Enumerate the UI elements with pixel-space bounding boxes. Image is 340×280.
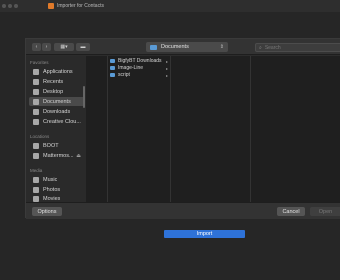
options-button[interactable]: Options [32, 207, 62, 216]
sidebar: Favorites Applications Recents Desktop D… [26, 56, 86, 202]
view-mode-button[interactable]: ▦▾ [54, 43, 74, 51]
browser-column[interactable] [171, 56, 251, 202]
sidebar-scrollbar[interactable] [83, 86, 85, 108]
sidebar-item-label: Applications [43, 68, 73, 75]
file-name: BigfyBT Downloads [118, 58, 162, 64]
forward-button[interactable]: › [42, 43, 51, 51]
chevron-left-icon: ‹ [35, 43, 38, 50]
photos-icon [33, 186, 39, 193]
location-label: Documents [161, 44, 189, 50]
browser-column[interactable]: BigfyBT Downloads ▸ Image-Line ▸ script … [108, 56, 171, 202]
sidebar-item-label: Photos [43, 186, 61, 193]
open-button[interactable]: Open [310, 207, 340, 216]
creative-cloud-icon [33, 118, 39, 125]
desktop-icon [33, 88, 39, 95]
back-button[interactable]: ‹ [32, 43, 41, 51]
dialog-toolbar: ‹ › ▦▾ ▬ Documents ⇕ ⌕ Search [26, 39, 340, 55]
sidebar-item-label: Mattermos... [43, 152, 74, 159]
sidebar-item-creative-cloud[interactable]: Creative Clou... [29, 117, 85, 126]
sidebar-item-label: Desktop [43, 88, 64, 95]
search-placeholder: Search [264, 44, 281, 51]
disk-icon [33, 142, 39, 149]
sidebar-item-mattermost[interactable]: Mattermos... ⏏ [29, 151, 85, 160]
documents-icon [33, 98, 39, 105]
list-item[interactable]: BigfyBT Downloads ▸ [110, 58, 168, 64]
dialog-footer: Options Cancel Open [26, 202, 340, 219]
chevron-right-icon: ▸ [165, 58, 168, 64]
disk-icon [33, 152, 39, 159]
column-browser: BigfyBT Downloads ▸ Image-Line ▸ script … [86, 56, 340, 202]
sidebar-heading-media: Media [30, 168, 43, 173]
location-select[interactable]: Documents ⇕ [146, 42, 228, 52]
folder-icon [150, 44, 157, 50]
sidebar-item-label: Recents [43, 78, 64, 85]
app-icon [48, 3, 54, 9]
chevron-right-icon: ▸ [165, 65, 168, 71]
sidebar-item-downloads[interactable]: Downloads [29, 107, 85, 116]
file-name: Image-Line [118, 65, 144, 71]
folder-icon: ▬ [80, 43, 86, 50]
sidebar-item-documents[interactable]: Documents [29, 97, 85, 106]
sidebar-item-label: Creative Clou... [43, 118, 81, 125]
app-title: Importer for Contacts [57, 3, 104, 9]
downloads-icon [33, 108, 39, 115]
recents-icon [33, 78, 39, 85]
sidebar-item-label: BOOT [43, 142, 59, 149]
sidebar-item-applications[interactable]: Applications [29, 67, 85, 76]
sidebar-heading-locations: Locations [30, 134, 50, 139]
zoom-window-button[interactable] [14, 4, 18, 8]
sidebar-item-music[interactable]: Music [29, 175, 85, 184]
cancel-button[interactable]: Cancel [277, 207, 305, 216]
sidebar-item-desktop[interactable]: Desktop [29, 87, 85, 96]
music-icon [33, 176, 39, 183]
open-file-dialog: ‹ › ▦▾ ▬ Documents ⇕ ⌕ Search Favorites … [25, 38, 340, 219]
list-item[interactable]: Image-Line ▸ [110, 65, 168, 71]
eject-icon[interactable]: ⏏ [76, 153, 81, 159]
search-icon: ⌕ [259, 44, 262, 51]
applications-icon [33, 68, 39, 75]
sidebar-item-label: Movies [43, 195, 61, 202]
file-name: script [118, 72, 130, 78]
folder-icon [110, 59, 115, 63]
app-titlebar: Importer for Contacts [0, 0, 340, 12]
minimize-window-button[interactable] [8, 4, 12, 8]
import-button[interactable]: Import [164, 230, 245, 238]
folder-icon [110, 66, 115, 70]
sidebar-item-label: Music [43, 176, 58, 183]
sidebar-item-photos[interactable]: Photos [29, 185, 85, 194]
search-input[interactable]: ⌕ Search [255, 43, 340, 52]
folder-icon [110, 73, 115, 77]
sidebar-item-boot[interactable]: BOOT [29, 141, 85, 150]
sidebar-item-recents[interactable]: Recents [29, 77, 85, 86]
chevron-right-icon: ▸ [165, 72, 168, 78]
list-item[interactable]: script ▸ [110, 72, 168, 78]
sidebar-item-label: Documents [43, 98, 71, 105]
browser-column[interactable] [251, 56, 340, 202]
sidebar-item-label: Downloads [43, 108, 71, 115]
sidebar-heading-favorites: Favorites [30, 60, 49, 65]
new-folder-button[interactable]: ▬ [76, 43, 90, 51]
chevron-right-icon: › [45, 43, 48, 50]
updown-caret-icon: ⇕ [219, 44, 224, 50]
movies-icon [33, 195, 39, 202]
browser-column[interactable] [86, 56, 108, 202]
close-window-button[interactable] [2, 4, 6, 8]
column-view-icon: ▦▾ [60, 43, 68, 50]
